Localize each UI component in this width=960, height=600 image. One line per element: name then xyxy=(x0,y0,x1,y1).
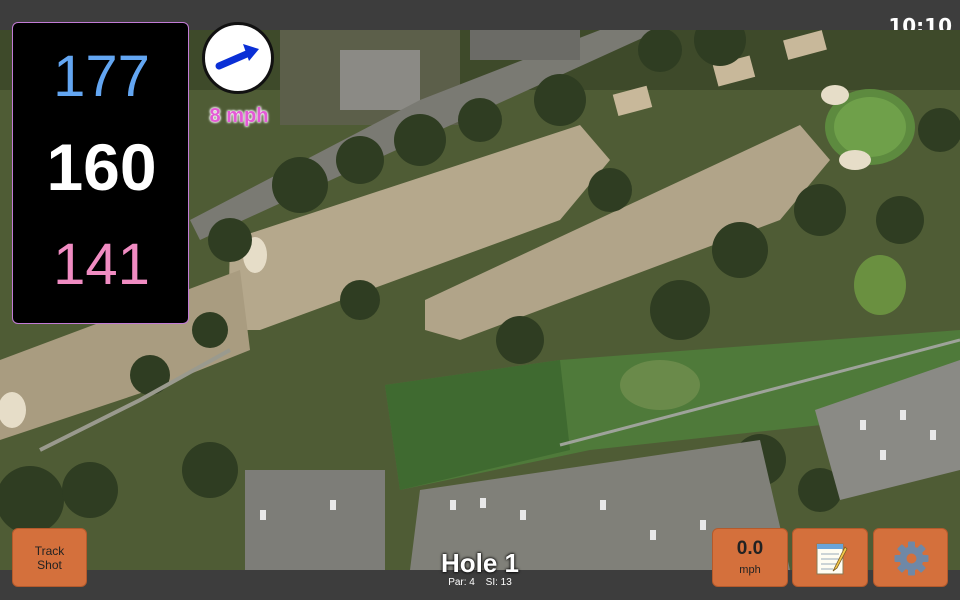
wind-direction-indicator xyxy=(202,22,274,94)
distance-card: 177 160 141 xyxy=(12,22,189,324)
notepad-icon xyxy=(816,543,848,575)
speed-button[interactable]: 0.0 mph xyxy=(712,528,788,587)
hole-stroke-index: SI: 13 xyxy=(485,577,512,588)
hole-info: Par: 4 SI: 13 xyxy=(380,577,580,588)
wind-speed-label: 8 mph xyxy=(209,105,269,127)
track-shot-button[interactable]: Track Shot xyxy=(12,528,87,587)
speed-value: 0.0 xyxy=(736,538,764,559)
speed-unit: mph xyxy=(739,564,761,576)
settings-button[interactable] xyxy=(873,528,948,587)
track-shot-label-line2: Shot xyxy=(37,558,62,572)
distance-back-value: 177 xyxy=(53,44,150,109)
distance-center-value: 160 xyxy=(46,130,157,204)
notes-button[interactable] xyxy=(792,528,868,587)
wind-direction-arrow-icon xyxy=(215,44,259,70)
gear-icon xyxy=(894,541,929,576)
hole-title: Hole 1 xyxy=(440,548,520,578)
distance-front-value: 141 xyxy=(53,232,150,297)
track-shot-label-line1: Track xyxy=(34,544,65,558)
golf-gps-screen: 10:10 177 160 141 8 mph Track Shot Hole … xyxy=(0,0,960,600)
hole-par: Par: 4 xyxy=(448,577,475,588)
